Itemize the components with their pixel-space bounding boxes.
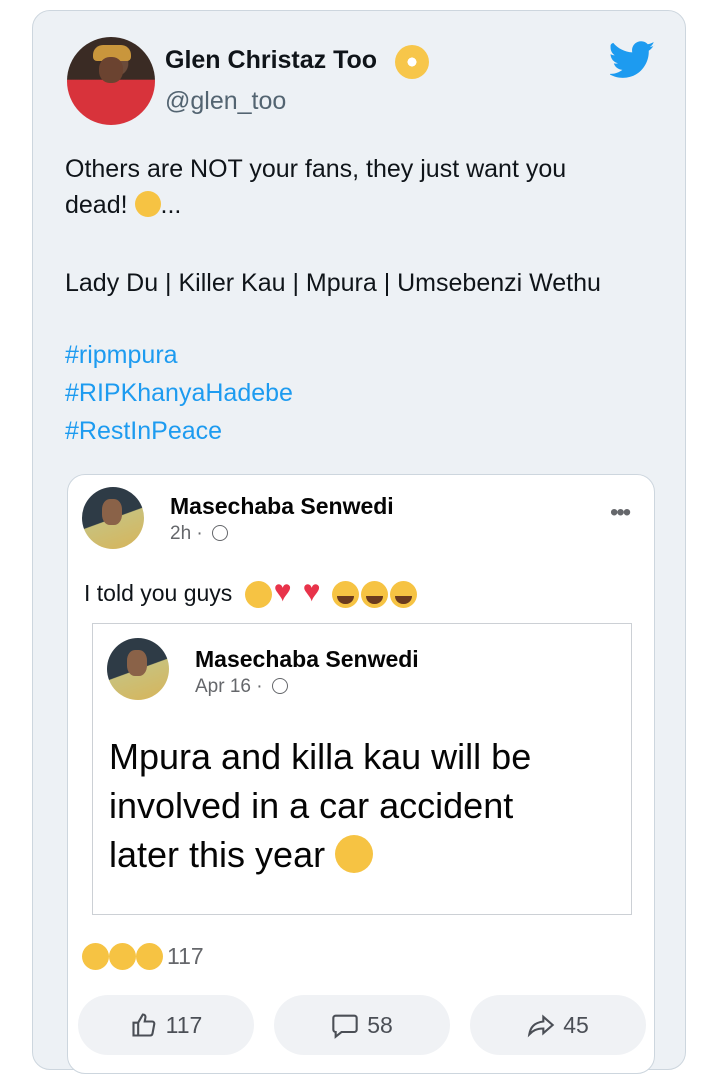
sad-reaction-icon — [82, 943, 109, 970]
fb-post-time: 2h — [170, 523, 192, 544]
twitter-bird-icon[interactable] — [610, 41, 656, 79]
shared-author-avatar[interactable] — [107, 638, 169, 700]
fb-author-avatar[interactable] — [82, 487, 144, 549]
tweet-text-line-1: Others are NOT your fans, they just want… — [65, 155, 567, 183]
globe-icon — [271, 678, 288, 694]
author-avatar[interactable] — [67, 37, 155, 125]
shared-post-text: Mpura and killa kau will be involved in … — [109, 736, 532, 875]
shared-post-meta: Apr 16 · — [195, 676, 288, 698]
author-handle[interactable]: @glen_too — [165, 87, 286, 116]
comment-icon — [332, 1014, 358, 1039]
hashtag-link[interactable]: #ripmpura — [65, 341, 178, 370]
wow-reaction-icon — [109, 943, 136, 970]
tweet-text-line-3: Lady Du | Killer Kau | Mpura | Umsebenzi… — [65, 269, 601, 297]
fb-author-name[interactable]: Masechaba Senwedi — [170, 493, 394, 520]
shared-author-name[interactable]: Masechaba Senwedi — [195, 646, 419, 673]
crying-emoji-icon — [360, 581, 388, 609]
emoji-badge-icon — [395, 45, 429, 79]
shared-post-date: Apr 16 — [195, 676, 251, 697]
smirk-emoji-icon — [134, 191, 161, 217]
broken-heart-icon — [303, 575, 330, 609]
fb-post-meta: 2h · — [170, 523, 229, 545]
reaction-summary[interactable]: 117 — [82, 943, 204, 970]
more-options-icon[interactable]: ••• — [610, 499, 631, 527]
fb-post-text: I told you guys — [84, 575, 417, 609]
reaction-count: 117 — [167, 943, 204, 969]
hashtag-link[interactable]: #RestInPeace — [65, 417, 222, 446]
like-count: 117 — [165, 1011, 203, 1038]
share-button[interactable]: 45 — [470, 995, 646, 1055]
hashtag-link[interactable]: #RIPKhanyaHadebe — [65, 379, 293, 408]
emoji-row — [244, 575, 417, 609]
share-icon — [527, 1014, 555, 1038]
share-count: 45 — [563, 1011, 589, 1038]
tweet-text-line-2: dead! ... — [65, 191, 182, 219]
pensive-emoji-icon — [335, 835, 374, 873]
shared-post[interactable]: Masechaba Senwedi Apr 16 · Mpura and kil… — [92, 623, 632, 915]
author-name[interactable]: Glen Christaz Too — [165, 46, 377, 75]
crying-emoji-icon — [389, 581, 417, 609]
tweet-card[interactable]: Glen Christaz Too @glen_too Others are N… — [32, 10, 686, 1074]
pensive-emoji-icon — [244, 581, 272, 609]
embedded-facebook-post[interactable]: Masechaba Senwedi 2h · ••• I told you gu… — [67, 474, 655, 1074]
crying-emoji-icon — [331, 581, 359, 609]
like-button[interactable]: 117 — [78, 995, 254, 1055]
broken-heart-icon — [274, 575, 301, 609]
comment-button[interactable]: 58 — [274, 995, 450, 1055]
comment-count: 58 — [367, 1011, 393, 1038]
haha-reaction-icon — [136, 943, 163, 970]
globe-icon — [212, 525, 229, 541]
thumbs-up-icon — [132, 1013, 156, 1037]
